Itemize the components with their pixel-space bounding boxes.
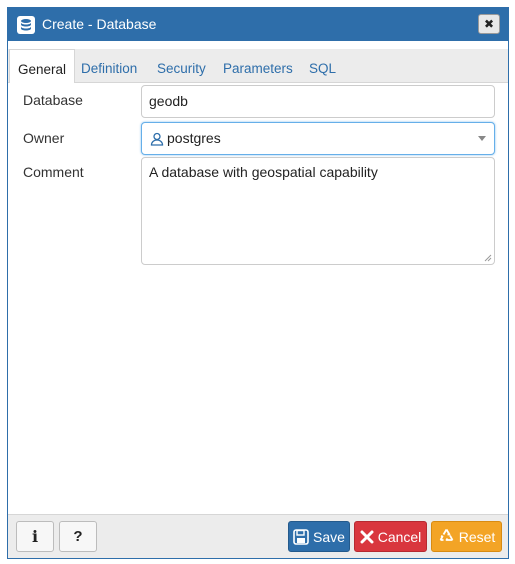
tab-sql[interactable]: SQL bbox=[309, 49, 336, 82]
resize-handle-icon[interactable] bbox=[484, 254, 492, 262]
save-button[interactable]: Save bbox=[288, 521, 350, 552]
reset-button[interactable]: Reset bbox=[431, 521, 502, 552]
tab-bar: General Definition Security Parameters S… bbox=[8, 49, 508, 83]
tab-parameters[interactable]: Parameters bbox=[223, 49, 293, 82]
reset-label: Reset bbox=[458, 528, 496, 545]
tab-definition[interactable]: Definition bbox=[81, 49, 137, 82]
help-button[interactable]: ? bbox=[59, 521, 97, 552]
comment-textarea[interactable]: A database with geospatial capability bbox=[141, 157, 495, 265]
title-bar: Create - Database ✖ bbox=[8, 8, 508, 41]
dialog-title: Create - Database bbox=[42, 16, 157, 32]
x-icon bbox=[360, 530, 374, 543]
comment-label: Comment bbox=[23, 164, 84, 180]
caret-down-icon bbox=[478, 136, 486, 141]
owner-value: postgres bbox=[167, 130, 221, 146]
cancel-button[interactable]: Cancel bbox=[354, 521, 427, 552]
close-icon: ✖ bbox=[483, 17, 495, 31]
tab-security[interactable]: Security bbox=[157, 49, 206, 82]
database-label: Database bbox=[23, 92, 83, 108]
owner-select[interactable]: postgres bbox=[141, 122, 495, 155]
database-name-input[interactable]: geodb bbox=[141, 85, 495, 118]
tab-general[interactable]: General bbox=[9, 49, 76, 83]
cancel-label: Cancel bbox=[377, 528, 422, 545]
create-database-dialog: Create - Database ✖ General Definition S… bbox=[7, 7, 509, 559]
recycle-icon bbox=[439, 529, 453, 541]
floppy-disk-icon bbox=[293, 528, 309, 545]
save-label: Save bbox=[313, 528, 345, 545]
info-icon: i bbox=[31, 527, 39, 546]
comment-value: A database with geospatial capability bbox=[149, 164, 378, 180]
info-button[interactable]: i bbox=[16, 521, 54, 552]
question-icon: ? bbox=[73, 528, 83, 545]
user-icon bbox=[150, 132, 164, 146]
database-icon bbox=[17, 16, 35, 34]
owner-label: Owner bbox=[23, 130, 65, 146]
close-button[interactable]: ✖ bbox=[478, 14, 500, 34]
dialog-footer: i ? Save Cancel Reset bbox=[8, 514, 508, 558]
